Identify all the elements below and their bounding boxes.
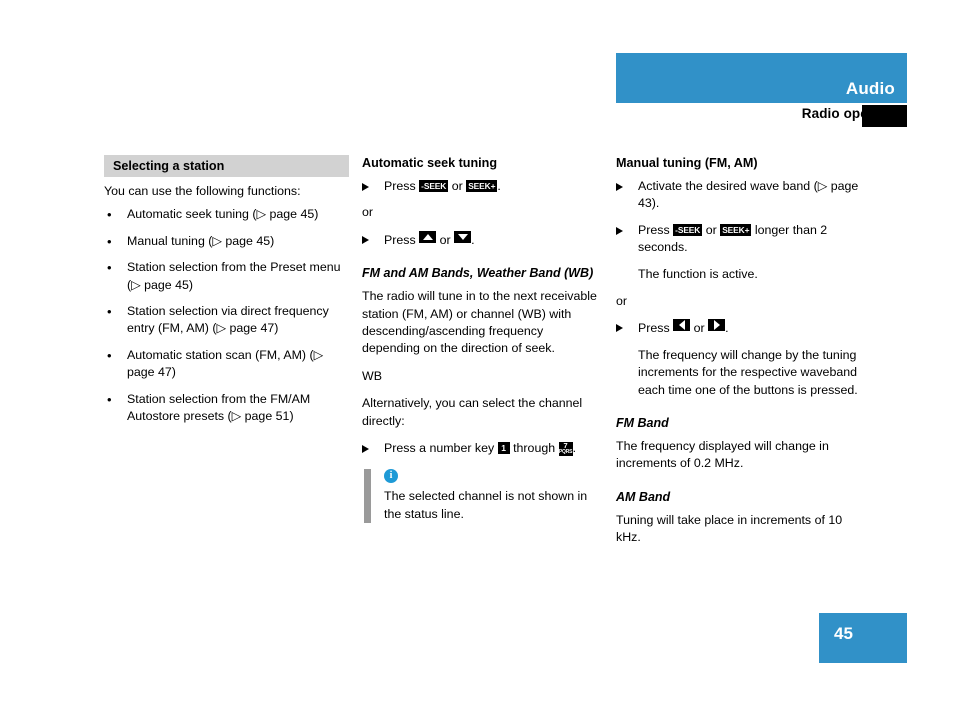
subheading-fm-band: FM Band: [616, 416, 669, 431]
step-press-arrows: Press or .: [362, 230, 602, 249]
heading-automatic-seek-tuning: Automatic seek tuning: [362, 156, 498, 170]
page-number: 45: [834, 624, 853, 643]
bullet-dot-icon: •: [107, 207, 112, 223]
functions-list: • Automatic seek tuning (▷ page 45) • Manu…: [104, 206, 349, 425]
list-item: • Manual tuning (▷ page 45): [104, 233, 349, 250]
seek-plus-key-icon: SEEK+: [720, 223, 752, 236]
info-icon: i: [384, 469, 398, 484]
column-left: Selecting a station You can use the foll…: [104, 155, 349, 434]
header-black-marker: [862, 105, 907, 127]
step-activate-wave-band: Activate the desired wave band (▷ page 4…: [616, 178, 861, 213]
info-note: i The selected channel is not shown in t…: [362, 469, 602, 524]
number-key-1-icon: 1: [497, 442, 510, 455]
list-item-label: Automatic seek tuning (▷ page 45): [127, 207, 319, 222]
list-item-label: Station selection from the FM/AM Autosto…: [127, 391, 311, 424]
page-number-box: 45: [819, 613, 907, 663]
bullet-dot-icon: •: [107, 233, 112, 249]
subheading-am-band: AM Band: [616, 489, 671, 504]
step-conjunction: or: [693, 321, 705, 336]
step-text: Press: [638, 222, 670, 237]
seek-minus-key-icon: -SEEK: [673, 223, 703, 236]
arrow-left-key-icon: [673, 319, 691, 332]
step-triangle-icon: [616, 183, 623, 191]
step-press-seek-long: Press -SEEK or SEEK+ longer than 2 secon…: [616, 222, 861, 257]
list-item-label: Station selection via direct frequency e…: [127, 304, 329, 336]
step-triangle-icon: [362, 445, 369, 454]
step-period: .: [471, 232, 475, 247]
heading-manual-tuning: Manual tuning (FM, AM): [616, 156, 758, 170]
label-wb: WB: [362, 368, 382, 383]
step-triangle-icon: [362, 235, 369, 244]
step-conjunction: or: [451, 179, 463, 193]
page-title: Audio: [845, 79, 895, 98]
list-item-label: Station selection from the Preset menu (…: [127, 260, 341, 292]
step-triangle-icon: [616, 226, 623, 235]
number-key-7-icon: 7 PQRS: [558, 442, 573, 457]
seek-plus-key-icon: SEEK+: [466, 180, 498, 192]
or-separator: or: [616, 294, 628, 309]
number-key-7-letters: PQRS: [558, 449, 573, 456]
step-triangle-icon: [362, 183, 369, 191]
step-text: Activate the desired wave band (▷ page 4…: [638, 179, 859, 211]
section-heading-selecting-a-station: Selecting a station: [104, 155, 349, 177]
step-press-number-key: Press a number key 1 through 7 PQRS.: [362, 440, 602, 457]
step-period: .: [497, 179, 501, 193]
arrow-right-key-icon: [708, 319, 726, 332]
step-conjunction: or: [439, 232, 451, 247]
list-item: • Station selection via direct frequency …: [104, 303, 349, 338]
list-item: • Automatic seek tuning (▷ page 45): [104, 206, 349, 223]
bullet-dot-icon: •: [107, 347, 112, 363]
seek-minus-key-icon: -SEEK: [419, 180, 449, 192]
list-item: • Station selection from the Preset menu …: [104, 259, 349, 294]
step-period: .: [572, 441, 577, 456]
bullet-dot-icon: •: [107, 391, 112, 407]
paragraph-am-band: Tuning will take place in increments of …: [616, 512, 843, 545]
or-separator: or: [362, 205, 374, 220]
bullet-dot-icon: •: [107, 304, 112, 320]
subheading-fm-am-bands: FM and AM Bands, Weather Band (WB): [362, 266, 594, 281]
step-press-left-right: Press or .: [616, 319, 861, 337]
list-item: • Automatic station scan (FM, AM) (▷ page…: [104, 347, 349, 382]
list-item-label: Manual tuning (▷ page 45): [127, 233, 275, 248]
step-conjunction: or: [705, 222, 717, 237]
step-period: .: [725, 321, 729, 336]
note-text: The selected channel is not shown in the…: [384, 489, 588, 521]
step-text: Press a number key: [384, 441, 495, 456]
arrow-down-key-icon: [454, 230, 472, 243]
step-text: Press: [384, 179, 416, 193]
paragraph-fm-band: The frequency displayed will change in i…: [616, 439, 829, 471]
step-text: Press: [384, 232, 416, 247]
column-right: Manual tuning (FM, AM) Activate the desi…: [616, 155, 861, 557]
step-press-seek: Press -SEEK or SEEK+.: [362, 178, 602, 195]
step-result-function-active: The function is active.: [638, 266, 758, 281]
step-result-frequency-change: The frequency will change by the tuning …: [638, 347, 858, 397]
step-text: Press: [638, 321, 670, 336]
note-side-bar: [364, 469, 371, 524]
list-item-label: Automatic station scan (FM, AM) (▷ page …: [127, 347, 324, 380]
intro-text: You can use the following functions:: [104, 184, 301, 198]
bullet-dot-icon: •: [107, 260, 112, 276]
paragraph-seek-behavior: The radio will tune in to the next recei…: [362, 289, 597, 356]
paragraph-alternative-select: Alternatively, you can select the channe…: [362, 396, 583, 428]
step-conjunction: through: [513, 441, 556, 456]
header-banner: Audio: [616, 53, 907, 103]
list-item: • Station selection from the FM/AM Autost…: [104, 391, 349, 426]
step-triangle-icon: [616, 324, 623, 333]
arrow-up-key-icon: [419, 230, 437, 243]
column-middle: Automatic seek tuning Press -SEEK or SEE…: [362, 155, 602, 524]
